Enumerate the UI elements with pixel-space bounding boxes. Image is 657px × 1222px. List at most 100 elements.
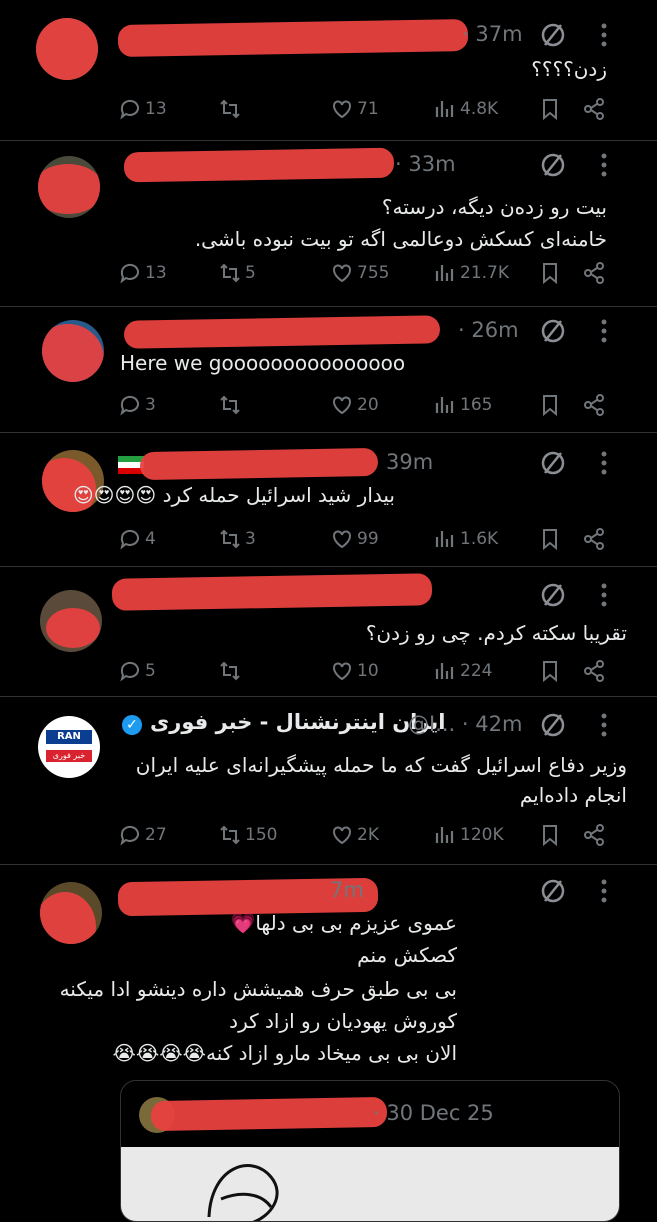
views-count: 165	[460, 395, 493, 415]
tweet-text-line: زدن؟؟؟؟	[531, 57, 607, 81]
reply-button[interactable]: 5	[118, 656, 156, 686]
share-icon	[584, 660, 604, 682]
like-button[interactable]: 2K	[330, 820, 379, 850]
views-icon	[435, 661, 454, 681]
reply-icon	[120, 825, 139, 844]
heart-icon	[332, 264, 352, 282]
tweet-text-line: کوروش یهودیان رو ازاد کرد	[229, 1009, 457, 1033]
retweet-button[interactable]	[218, 656, 245, 686]
reply-button[interactable]: 13	[118, 258, 167, 288]
share-button[interactable]	[582, 656, 606, 686]
like-button[interactable]: 71	[330, 94, 379, 124]
bookmark-icon	[543, 99, 557, 119]
retweet-icon	[220, 264, 240, 282]
tweet-4[interactable]: 39m بیدار شید اسرائیل حمله کرد 😍😍😍😍 4 3 …	[0, 436, 657, 566]
heart-icon	[332, 530, 352, 548]
avatar[interactable]: RAN ایران خبر فوری	[38, 716, 100, 778]
tweet-time: · 37m	[462, 22, 523, 46]
tweet-text-line: Here we gooooooooooooooo	[120, 351, 406, 375]
retweet-button[interactable]	[218, 94, 245, 124]
tweet-text-line: عموی عزیزم بی بی دلها💗	[230, 911, 457, 935]
views-button[interactable]: 165	[433, 390, 492, 420]
reply-count: 13	[145, 263, 167, 283]
like-button[interactable]: 755	[330, 258, 389, 288]
divider	[0, 864, 657, 865]
views-button[interactable]: 4.8K	[433, 94, 498, 124]
divider	[0, 306, 657, 307]
reply-button[interactable]: 13	[118, 94, 167, 124]
bookmark-button[interactable]	[538, 524, 562, 554]
like-count: 99	[357, 529, 379, 549]
avatar[interactable]	[40, 590, 102, 652]
retweet-count: 5	[245, 263, 256, 283]
more-icon[interactable]	[600, 712, 608, 738]
avatar[interactable]	[40, 882, 102, 944]
retweet-button[interactable]: 3	[218, 524, 256, 554]
share-button[interactable]	[582, 94, 606, 124]
muted-icon	[541, 583, 565, 607]
views-button[interactable]: 120K	[433, 820, 504, 850]
like-button[interactable]: 99	[330, 524, 379, 554]
like-button[interactable]: 10	[330, 656, 379, 686]
more-icon[interactable]	[600, 582, 608, 608]
bookmark-button[interactable]	[538, 258, 562, 288]
share-button[interactable]	[582, 524, 606, 554]
bookmark-button[interactable]	[538, 820, 562, 850]
views-button[interactable]: 224	[433, 656, 492, 686]
avatar[interactable]	[38, 156, 100, 218]
tweet-1[interactable]: · 37m زدن؟؟؟؟ 13 71 4.8K	[0, 0, 657, 144]
reply-button[interactable]: 4	[118, 524, 156, 554]
verified-badge-icon: ✓	[122, 715, 142, 735]
bookmark-button[interactable]	[538, 94, 562, 124]
redaction-scribble	[46, 608, 100, 648]
more-icon[interactable]	[600, 318, 608, 344]
reply-button[interactable]: 27	[118, 820, 167, 850]
action-bar: 13 71 4.8K	[0, 94, 657, 124]
reply-count: 13	[145, 99, 167, 119]
tweet-2[interactable]: · 33m بیت رو زدەن دیگه، درسته؟ خامنه‌ای …	[0, 144, 657, 310]
retweet-icon	[220, 530, 240, 548]
views-button[interactable]: 21.7K	[433, 258, 509, 288]
muted-icon	[541, 319, 565, 343]
tweet-text-line: کصکش منم	[357, 943, 457, 967]
avatar[interactable]	[42, 320, 104, 382]
like-button[interactable]: 20	[330, 390, 379, 420]
muted-icon	[541, 879, 565, 903]
avatar[interactable]	[36, 18, 98, 80]
quote-image[interactable]	[121, 1147, 619, 1221]
more-icon[interactable]	[600, 152, 608, 178]
muted-icon	[541, 451, 565, 475]
like-count: 71	[357, 99, 379, 119]
handle: @I...	[408, 712, 456, 736]
views-icon	[435, 529, 454, 549]
tweet-6[interactable]: RAN ایران خبر فوری ✓ ایران اینترنشنال - …	[0, 700, 657, 860]
more-icon[interactable]	[600, 22, 608, 48]
views-count: 21.7K	[460, 263, 509, 283]
views-button[interactable]: 1.6K	[433, 524, 498, 554]
views-icon	[435, 395, 454, 415]
retweet-button[interactable]: 150	[218, 820, 277, 850]
tweet-text-line: بی بی طبق حرف همیشش داره دینشو ادا میکنه	[59, 977, 457, 1001]
share-button[interactable]	[582, 390, 606, 420]
bookmark-button[interactable]	[538, 390, 562, 420]
bookmark-button[interactable]	[538, 656, 562, 686]
account-handle-time: @I... · 42m	[408, 712, 522, 736]
reply-button[interactable]: 3	[118, 390, 156, 420]
share-button[interactable]	[582, 258, 606, 288]
sketch-drawing	[207, 1164, 279, 1221]
retweet-button[interactable]: 5	[218, 258, 256, 288]
redacted-username	[139, 447, 379, 481]
tweet-5[interactable]: تقریبا سکته کردم. چی رو زدن؟ 5 10 224	[0, 570, 657, 698]
retweet-button[interactable]	[218, 390, 245, 420]
like-count: 20	[357, 395, 379, 415]
share-button[interactable]	[582, 820, 606, 850]
like-count: 10	[357, 661, 379, 681]
tweet-text-line: بیدار شید اسرائیل حمله کرد 😍😍😍😍	[72, 483, 395, 507]
tweet-3[interactable]: · 26m Here we gooooooooooooooo 3 20 165	[0, 310, 657, 434]
tweet-time: 39m	[386, 450, 434, 474]
more-icon[interactable]	[600, 878, 608, 904]
tweet-text-line: خامنه‌ای کسکش دوعالمی اگه تو بیت نبوده ب…	[194, 227, 607, 251]
more-icon[interactable]	[600, 450, 608, 476]
reply-count: 4	[145, 529, 156, 549]
quoted-tweet-card[interactable]: · 30 Dec 25	[120, 1080, 620, 1222]
